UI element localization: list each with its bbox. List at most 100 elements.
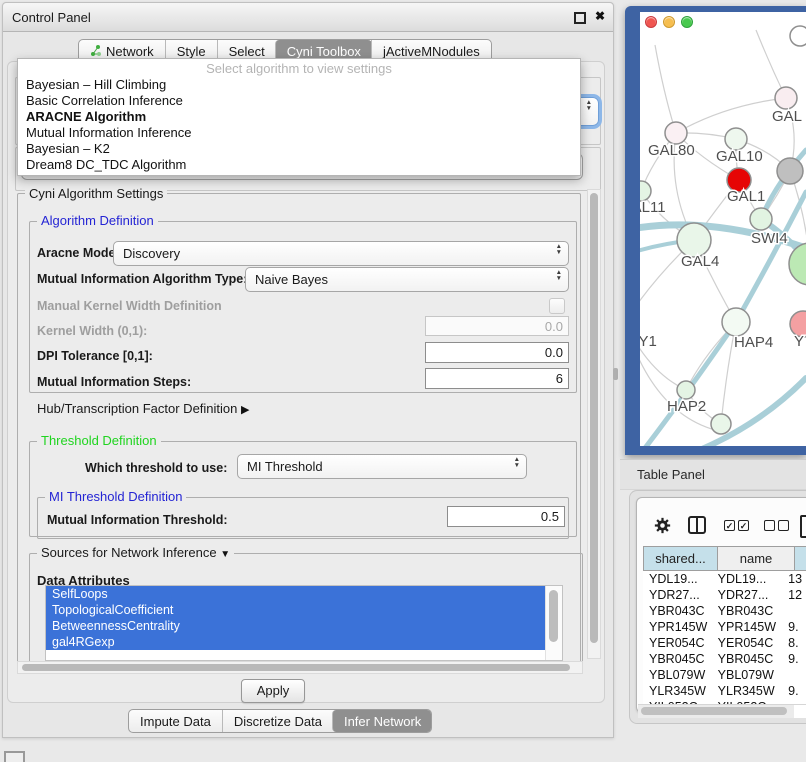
combo-stepper-icon: ▲▼ <box>556 244 562 255</box>
dpi-tolerance-field[interactable]: 0.0 <box>425 342 569 363</box>
table-row[interactable]: YBR045CYBR045C9. <box>643 651 806 667</box>
mi-type-label: Mutual Information Algorithm Type: <box>37 272 247 286</box>
aracne-mode-combobox[interactable]: Discovery ▲▼ <box>113 241 569 266</box>
network-node[interactable] <box>790 26 806 46</box>
table-row[interactable]: YLR345WYLR345W9. <box>643 683 806 699</box>
network-node-gal[interactable] <box>775 87 797 109</box>
sources-title-row[interactable]: Sources for Network Inference ▼ <box>37 546 234 561</box>
table-cell: YER054C <box>643 635 712 651</box>
table-horizontal-scrollbar[interactable] <box>638 704 794 718</box>
network-edge-highlighted[interactable] <box>695 378 806 446</box>
column-header-name[interactable]: name <box>718 546 795 571</box>
dpi-tolerance-label: DPI Tolerance [0,1]: <box>37 349 153 363</box>
tab-discretize-data[interactable]: Discretize Data <box>222 710 333 732</box>
node-label-gal1: GAL1 <box>727 188 765 205</box>
table-header-row: shared...name <box>643 546 806 571</box>
popup-item-bayesian-k2[interactable]: Bayesian – K2 <box>18 141 580 157</box>
file-icon[interactable] <box>800 515 806 538</box>
unchecked-checkbox-icon[interactable] <box>778 520 789 531</box>
network-edge[interactable] <box>655 45 676 133</box>
unchecked-checkbox-icon[interactable] <box>764 520 775 531</box>
table-body: YDL19...YDL19...13YDR27...YDR27...12YBR0… <box>643 571 806 704</box>
float-window-icon[interactable] <box>574 12 586 24</box>
network-node-gal80[interactable] <box>665 122 687 144</box>
attribute-item-gal4rgexp[interactable]: gal4RGexp <box>46 634 548 650</box>
close-window-icon[interactable]: ✖ <box>595 9 605 23</box>
split-pane-handle[interactable] <box>613 368 618 380</box>
minimize-traffic-light[interactable] <box>663 16 675 28</box>
node-label-gal80: GAL80 <box>648 142 695 159</box>
control-panel-window: Control Panel ✖ NetworkStyleSelectCyni T… <box>2 2 614 738</box>
network-canvas[interactable]: GALGAL80GAL10GAL1SWI4GAL11GAL4GCY1HAP4YH… <box>640 12 806 446</box>
mit-field[interactable]: 0.5 <box>447 506 565 527</box>
popup-item-dream8-dc-tdc-algorithm[interactable]: Dream8 DC_TDC Algorithm <box>18 157 580 173</box>
attribute-item-topologicalcoefficient[interactable]: TopologicalCoefficient <box>46 602 548 618</box>
hub-definition-toggle[interactable]: Hub/Transcription Factor Definition ▶ <box>37 401 249 416</box>
table-cell: YER054C <box>712 635 782 651</box>
gear-icon[interactable] <box>654 517 671 534</box>
network-edge[interactable] <box>676 98 786 133</box>
network-node[interactable] <box>789 243 806 285</box>
attribute-item-selfloops[interactable]: SelfLoops <box>46 586 548 602</box>
network-node-gal10[interactable] <box>725 128 747 150</box>
network-node-swi4[interactable] <box>750 208 772 230</box>
apply-button[interactable]: Apply <box>241 679 305 703</box>
algorithm-dropdown-popup: Select algorithm to view settings Bayesi… <box>17 58 581 176</box>
scrollbar-corner <box>794 704 806 718</box>
node-label-hap4: HAP4 <box>734 334 773 351</box>
popup-item-aracne-algorithm[interactable]: ARACNE Algorithm <box>18 109 580 125</box>
popup-item-basic-correlation-inference[interactable]: Basic Correlation Inference <box>18 93 580 109</box>
table-cell: 9. <box>782 683 806 699</box>
application: Control Panel ✖ NetworkStyleSelectCyni T… <box>0 0 806 762</box>
tab-infer-network[interactable]: Infer Network <box>332 710 432 732</box>
tab-impute-data[interactable]: Impute Data <box>129 710 222 732</box>
network-node-gal11[interactable] <box>640 181 651 201</box>
network-node-gal4[interactable] <box>677 223 711 257</box>
network-node[interactable] <box>711 414 731 434</box>
kernel-width-field[interactable]: 0.0 <box>425 316 569 336</box>
settings-vertical-scrollbar[interactable] <box>587 189 601 659</box>
column-header-shared-[interactable]: shared... <box>643 546 718 571</box>
table-row[interactable]: YPR145WYPR145W9. <box>643 619 806 635</box>
table-cell: 9. <box>782 619 806 635</box>
mi-type-combobox[interactable]: Naive Bayes ▲▼ <box>245 267 569 292</box>
close-traffic-light[interactable] <box>645 16 657 28</box>
mi-steps-field[interactable]: 6 <box>425 368 569 389</box>
table-row[interactable]: YDR27...YDR27...12 <box>643 587 806 603</box>
table-cell: 12 <box>782 587 806 603</box>
table-cell: YBL079W <box>643 667 712 683</box>
tab-label: Infer Network <box>344 714 421 729</box>
settings-scroll-area: Cyni Algorithm Settings Algorithm Defini… <box>11 187 585 661</box>
algorithm-definition-title: Algorithm Definition <box>37 214 158 227</box>
popup-item-mutual-information-inference[interactable]: Mutual Information Inference <box>18 125 580 141</box>
checked-checkbox-icon[interactable]: ✓ <box>738 520 749 531</box>
checked-checkbox-icon[interactable]: ✓ <box>724 520 735 531</box>
combo-stepper-icon: ▲▼ <box>586 100 592 111</box>
network-node-hap4[interactable] <box>722 308 750 336</box>
manual-kernel-checkbox[interactable] <box>549 298 565 314</box>
column-layout-icon[interactable] <box>688 516 706 534</box>
settings-horizontal-scrollbar[interactable] <box>17 661 583 674</box>
cyni-settings-title: Cyni Algorithm Settings <box>25 187 167 200</box>
mi-threshold-title: MI Threshold Definition <box>45 490 186 503</box>
node-label-gal4: GAL4 <box>681 253 719 270</box>
tab-label: Discretize Data <box>234 714 322 729</box>
popup-item-bayesian-hill-climbing[interactable]: Bayesian – Hill Climbing <box>18 77 580 93</box>
table-row[interactable]: YBL079WYBL079W <box>643 667 806 683</box>
network-icon <box>90 45 102 57</box>
network-node-hap2[interactable] <box>677 381 695 399</box>
aracne-mode-value: Discovery <box>123 246 180 261</box>
table-cell: 13 <box>782 571 806 587</box>
column-header-col2[interactable] <box>795 546 806 571</box>
table-row[interactable]: YBR043CYBR043C <box>643 603 806 619</box>
collapse-arrow-icon: ▼ <box>220 549 230 560</box>
table-row[interactable]: YER054CYER054C8. <box>643 635 806 651</box>
which-threshold-combobox[interactable]: MI Threshold ▲▼ <box>237 454 527 479</box>
zoom-traffic-light[interactable] <box>681 16 693 28</box>
table-row[interactable]: YDL19...YDL19...13 <box>643 571 806 587</box>
minimized-panel-icon[interactable] <box>4 751 25 762</box>
attribute-item-betweennesscentrality[interactable]: BetweennessCentrality <box>46 618 548 634</box>
network-node[interactable] <box>777 158 803 184</box>
node-label-gcy1: GCY1 <box>640 333 657 350</box>
list-scrollbar[interactable] <box>545 586 562 660</box>
